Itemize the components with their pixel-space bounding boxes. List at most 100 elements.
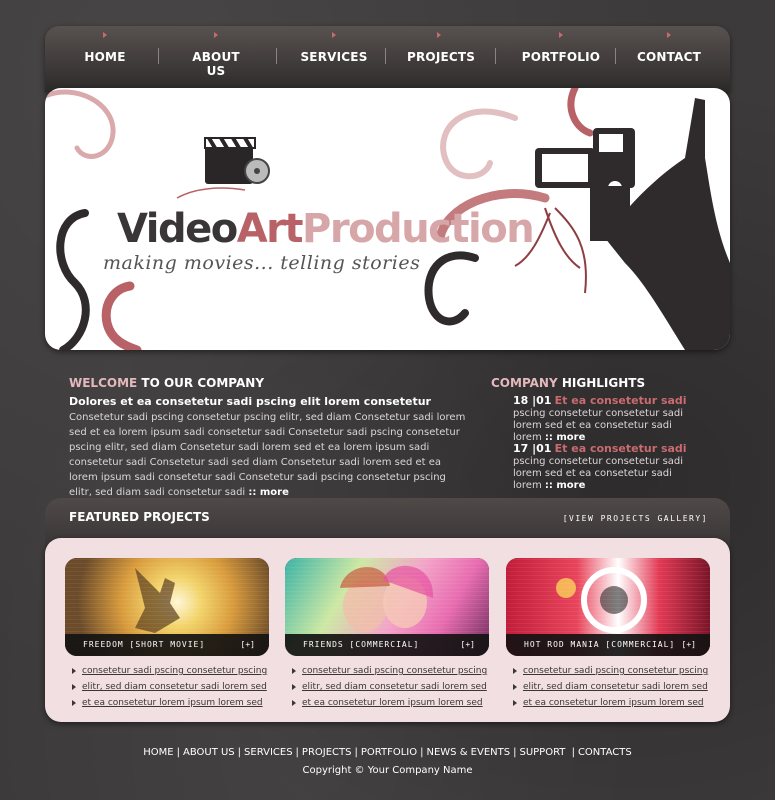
- project-links: consetetur sadi pscing consetetur pscing…: [65, 664, 269, 712]
- welcome-subtitle: Dolores et ea consetetur sadi pscing eli…: [69, 395, 431, 408]
- footer-link-news-events[interactable]: NEWS & EVENTS: [426, 747, 510, 758]
- welcome-more-link[interactable]: :: more: [248, 487, 288, 498]
- project-link[interactable]: et ea consetetur lorem ipsum lorem sed: [302, 698, 483, 708]
- footer-separator: |: [354, 747, 358, 758]
- welcome-heading-highlight: WELCOME: [69, 376, 138, 390]
- highlight-item: 18 |01 Et ea consetetur sadi pscing cons…: [513, 395, 703, 444]
- welcome-heading-rest: TO OUR COMPANY: [137, 376, 265, 390]
- arrow-icon: [667, 32, 671, 38]
- project-link[interactable]: elitr, sed diam consetetur sadi lorem se…: [523, 682, 708, 692]
- hero-banner: VideoArtProduction making movies... tell…: [45, 88, 730, 350]
- project-links: consetetur sadi pscing consetetur pscing…: [506, 664, 710, 712]
- project-link[interactable]: et ea consetetur lorem ipsum lorem sed: [82, 698, 263, 708]
- tagline: making movies... telling stories: [103, 252, 421, 274]
- footer-link-projects[interactable]: PROJECTS: [302, 747, 352, 758]
- list-item: et ea consetetur lorem ipsum lorem sed: [506, 696, 710, 712]
- footer-separator: |: [571, 747, 575, 758]
- project-caption: FRIENDS [COMMERCIAL]: [285, 634, 489, 656]
- project-links: consetetur sadi pscing consetetur pscing…: [285, 664, 489, 712]
- list-item: consetetur sadi pscing consetetur pscing: [285, 664, 489, 680]
- welcome-text: Consetetur sadi pscing consetetur pscing…: [69, 412, 466, 498]
- nav-label: SERVICES: [300, 50, 368, 64]
- project-link[interactable]: et ea consetetur lorem ipsum lorem sed: [523, 698, 704, 708]
- arrow-icon: [103, 32, 107, 38]
- welcome-heading: WELCOME TO OUR COMPANY: [69, 376, 264, 390]
- project-caption: HOT ROD MANIA [COMMERCIAL]: [506, 634, 710, 656]
- nav-home[interactable]: HOME: [83, 32, 127, 64]
- nav-label: PORTFOLIO: [521, 50, 601, 64]
- top-navigation: HOME ABOUT US SERVICES PROJECTS PORTFOLI…: [45, 26, 730, 92]
- logo-part-video: Video: [117, 206, 238, 252]
- brand-logo: VideoArtProduction: [117, 206, 535, 252]
- featured-title: FEATURED PROJECTS: [69, 510, 210, 524]
- list-item: elitr, sed diam consetetur sadi lorem se…: [65, 680, 269, 696]
- project-thumbnail[interactable]: FREEDOM [SHORT MOVIE] [+]: [65, 558, 269, 656]
- arrow-icon: [214, 32, 218, 38]
- nav-label: HOME: [84, 50, 126, 64]
- highlight-text: pscing consetetur consetetur sadi lorem …: [513, 408, 684, 443]
- highlight-text: pscing consetetur consetetur sadi lorem …: [513, 456, 684, 491]
- footer-separator: |: [295, 747, 299, 758]
- footer-link-support[interactable]: SUPPORT: [519, 747, 568, 758]
- nav-label: ABOUT US: [192, 50, 240, 78]
- nav-divider: [385, 48, 386, 64]
- featured-heading: FEATURED PROJECTS: [69, 510, 210, 524]
- nav-contact[interactable]: CONTACT: [637, 32, 701, 64]
- highlight-headline[interactable]: Et ea consetetur sadi: [555, 394, 687, 407]
- nav-about-us[interactable]: ABOUT US: [181, 32, 251, 78]
- list-item: consetetur sadi pscing consetetur pscing: [65, 664, 269, 680]
- expand-button[interactable]: [+]: [682, 634, 696, 656]
- footer-separator: |: [420, 747, 424, 758]
- list-item: elitr, sed diam consetetur sadi lorem se…: [506, 680, 710, 696]
- highlights-heading-rest: HIGHLIGHTS: [557, 376, 646, 390]
- arrow-icon: [332, 32, 336, 38]
- highlight-more-link[interactable]: :: more: [545, 480, 585, 491]
- project-link[interactable]: elitr, sed diam consetetur sadi lorem se…: [82, 682, 267, 692]
- highlights-heading-highlight: COMPANY: [491, 376, 558, 390]
- logo-part-production: Production: [302, 206, 535, 252]
- list-item: et ea consetetur lorem ipsum lorem sed: [65, 696, 269, 712]
- footer-link-contacts[interactable]: CONTACTS: [578, 747, 632, 758]
- featured-panel: FREEDOM [SHORT MOVIE] [+] consetetur sad…: [45, 538, 730, 722]
- nav-projects[interactable]: PROJECTS: [407, 32, 475, 64]
- list-item: consetetur sadi pscing consetetur pscing: [506, 664, 710, 680]
- footer-separator: |: [176, 747, 180, 758]
- project-link[interactable]: consetetur sadi pscing consetetur pscing: [302, 666, 487, 676]
- logo-part-art: Art: [236, 206, 304, 252]
- footer-link-services[interactable]: SERVICES: [244, 747, 293, 758]
- project-link[interactable]: consetetur sadi pscing consetetur pscing: [82, 666, 267, 676]
- arrow-icon: [559, 32, 563, 38]
- footer-navigation: HOME | ABOUT US | SERVICES | PROJECTS | PORTFOLI…: [0, 747, 775, 758]
- footer-separator: |: [513, 747, 517, 758]
- nav-label: CONTACT: [637, 50, 701, 64]
- footer-link-portfolio[interactable]: PORTFOLIO: [361, 747, 417, 758]
- project-thumbnail[interactable]: HOT ROD MANIA [COMMERCIAL] [+]: [506, 558, 710, 656]
- welcome-body: Consetetur sadi pscing consetetur pscing…: [69, 410, 469, 500]
- nav-divider: [158, 48, 159, 64]
- nav-divider: [495, 48, 496, 64]
- expand-button[interactable]: [+]: [241, 634, 255, 656]
- nav-divider: [276, 48, 277, 64]
- nav-divider: [615, 48, 616, 64]
- project-link[interactable]: consetetur sadi pscing consetetur pscing: [523, 666, 708, 676]
- highlight-date: 18 |01: [513, 394, 552, 407]
- copyright: Copyright © Your Company Name: [302, 765, 473, 776]
- footer-link-home[interactable]: HOME: [143, 747, 173, 758]
- footer-separator: |: [237, 747, 242, 758]
- nav-services[interactable]: SERVICES: [299, 32, 369, 64]
- highlight-item: 17 |01 Et ea consetetur sadi pscing cons…: [513, 443, 703, 492]
- expand-button[interactable]: [+]: [461, 634, 475, 656]
- footer-link-about-us[interactable]: ABOUT US: [183, 747, 235, 758]
- highlight-date: 17 |01: [513, 442, 552, 455]
- list-item: elitr, sed diam consetetur sadi lorem se…: [285, 680, 489, 696]
- clapperboard-icon: [176, 136, 270, 199]
- project-link[interactable]: elitr, sed diam consetetur sadi lorem se…: [302, 682, 487, 692]
- nav-label: PROJECTS: [407, 50, 476, 64]
- project-thumbnail[interactable]: FRIENDS [COMMERCIAL] [+]: [285, 558, 489, 656]
- list-item: et ea consetetur lorem ipsum lorem sed: [285, 696, 489, 712]
- nav-portfolio[interactable]: PORTFOLIO: [521, 32, 601, 64]
- highlight-headline[interactable]: Et ea consetetur sadi: [555, 442, 687, 455]
- view-gallery-link[interactable]: [VIEW PROJECTS GALLERY]: [563, 514, 708, 523]
- camera-hand-icon: [535, 98, 730, 350]
- project-caption: FREEDOM [SHORT MOVIE]: [65, 634, 269, 656]
